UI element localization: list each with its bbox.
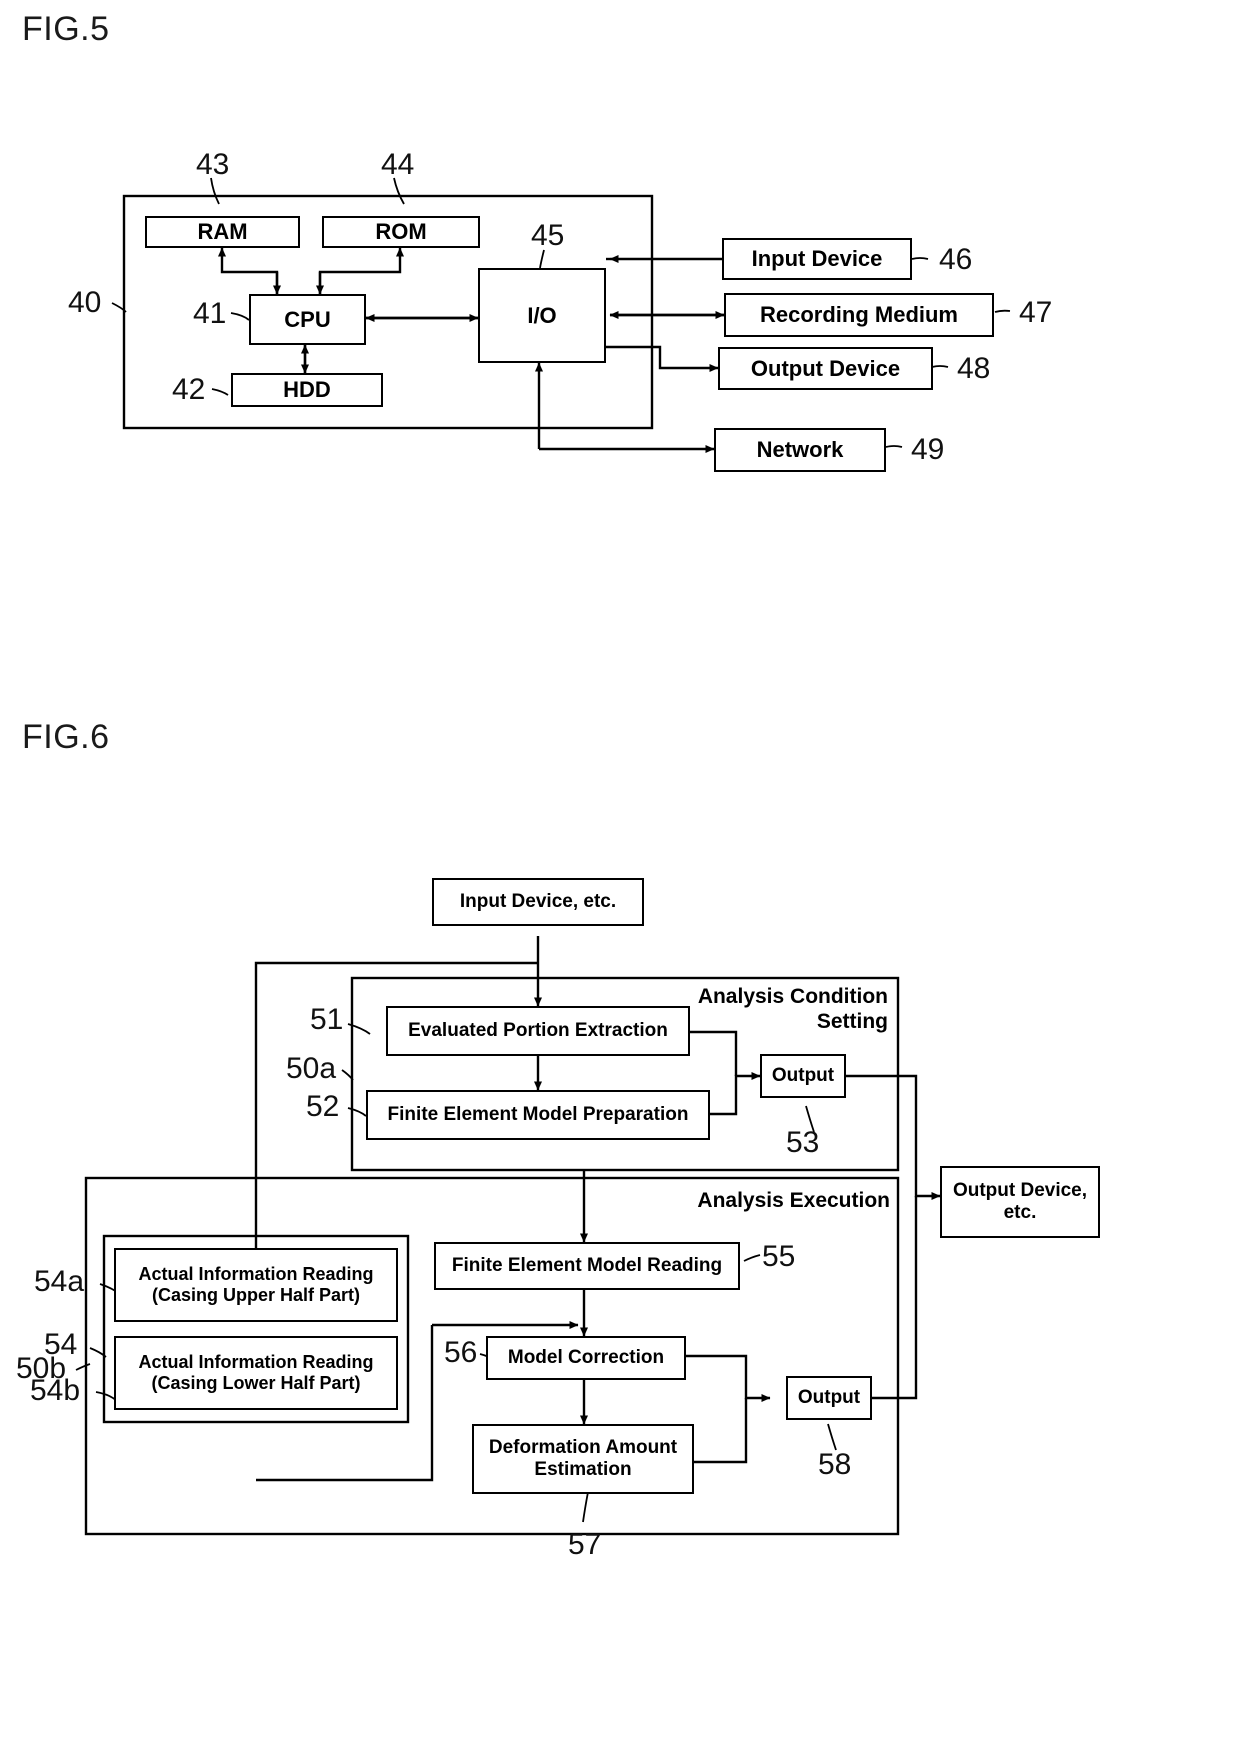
rom-box: ROM [322,216,480,248]
output-device-label: Output Device [750,355,901,381]
ref-54a: 54a [34,1265,85,1298]
finite-element-model-preparation-label: Finite Element Model Preparation [387,1103,689,1125]
model-correction-label: Model Correction [507,1346,665,1368]
ref-53: 53 [786,1126,820,1159]
deformation-amount-estimation-label: Deformation Amount Estimation [488,1436,678,1480]
actual-info-lower-box: Actual Information Reading (Casing Lower… [114,1336,398,1410]
recording-medium-label: Recording Medium [759,302,958,328]
io-label: I/O [527,302,557,328]
input-device-label: Input Device [751,246,883,272]
evaluated-portion-extraction-label: Evaluated Portion Extraction [408,1019,668,1041]
output-device-etc-box: Output Device, etc. [940,1166,1100,1238]
ref-57: 57 [568,1528,602,1561]
ref-44: 44 [381,148,415,181]
figure-6-title: FIG.6 [22,718,110,756]
rom-label: ROM [375,219,427,245]
output-upper-label: Output [771,1064,835,1086]
output-upper-box: Output [760,1054,846,1098]
hdd-label: HDD [283,377,331,403]
output-device-etc-label: Output Device, etc. [952,1179,1088,1223]
ref-45: 45 [531,219,565,252]
input-device-etc-label: Input Device, etc. [459,890,617,912]
hdd-box: HDD [231,373,383,407]
figure-5-title: FIG.5 [22,10,110,48]
input-device-box: Input Device [722,238,912,280]
ref-54b: 54b [30,1374,81,1407]
ref-46: 46 [939,243,973,276]
evaluated-portion-extraction-box: Evaluated Portion Extraction [386,1006,690,1056]
deformation-amount-estimation-box: Deformation Amount Estimation [472,1424,694,1494]
output-lower-box: Output [786,1376,872,1420]
ref-48: 48 [957,352,991,385]
finite-element-model-preparation-box: Finite Element Model Preparation [366,1090,710,1140]
ref-51: 51 [310,1003,344,1036]
ref-47: 47 [1019,296,1053,329]
ref-56: 56 [444,1336,478,1369]
ref-40: 40 [68,286,102,319]
ref-50a: 50a [286,1052,337,1085]
ref-43: 43 [196,148,230,181]
ref-49: 49 [911,433,945,466]
cpu-box: CPU [249,294,366,345]
actual-info-upper-box: Actual Information Reading (Casing Upper… [114,1248,398,1322]
io-box: I/O [478,268,606,363]
ref-55: 55 [762,1240,796,1273]
ram-label: RAM [197,219,248,245]
network-label: Network [756,437,844,463]
network-box: Network [714,428,886,472]
output-lower-label: Output [797,1386,861,1408]
model-correction-box: Model Correction [486,1336,686,1380]
actual-info-upper-label: Actual Information Reading (Casing Upper… [138,1263,374,1305]
ram-box: RAM [145,216,300,248]
cpu-label: CPU [284,306,331,332]
actual-info-lower-label: Actual Information Reading (Casing Lower… [138,1351,374,1393]
ref-41: 41 [193,297,227,330]
patent-figure-page: FIG.5 RAM ROM CPU HDD I/O Input Device R… [0,0,1240,1737]
recording-medium-box: Recording Medium [724,293,994,337]
analysis-execution-label: Analysis Execution [697,1189,890,1212]
finite-element-model-reading-label: Finite Element Model Reading [451,1254,723,1276]
ref-58: 58 [818,1448,852,1481]
finite-element-model-reading-box: Finite Element Model Reading [434,1242,740,1290]
output-device-box: Output Device [718,347,933,390]
ref-42: 42 [172,373,206,406]
ref-52: 52 [306,1090,340,1123]
input-device-etc-box: Input Device, etc. [432,878,644,926]
